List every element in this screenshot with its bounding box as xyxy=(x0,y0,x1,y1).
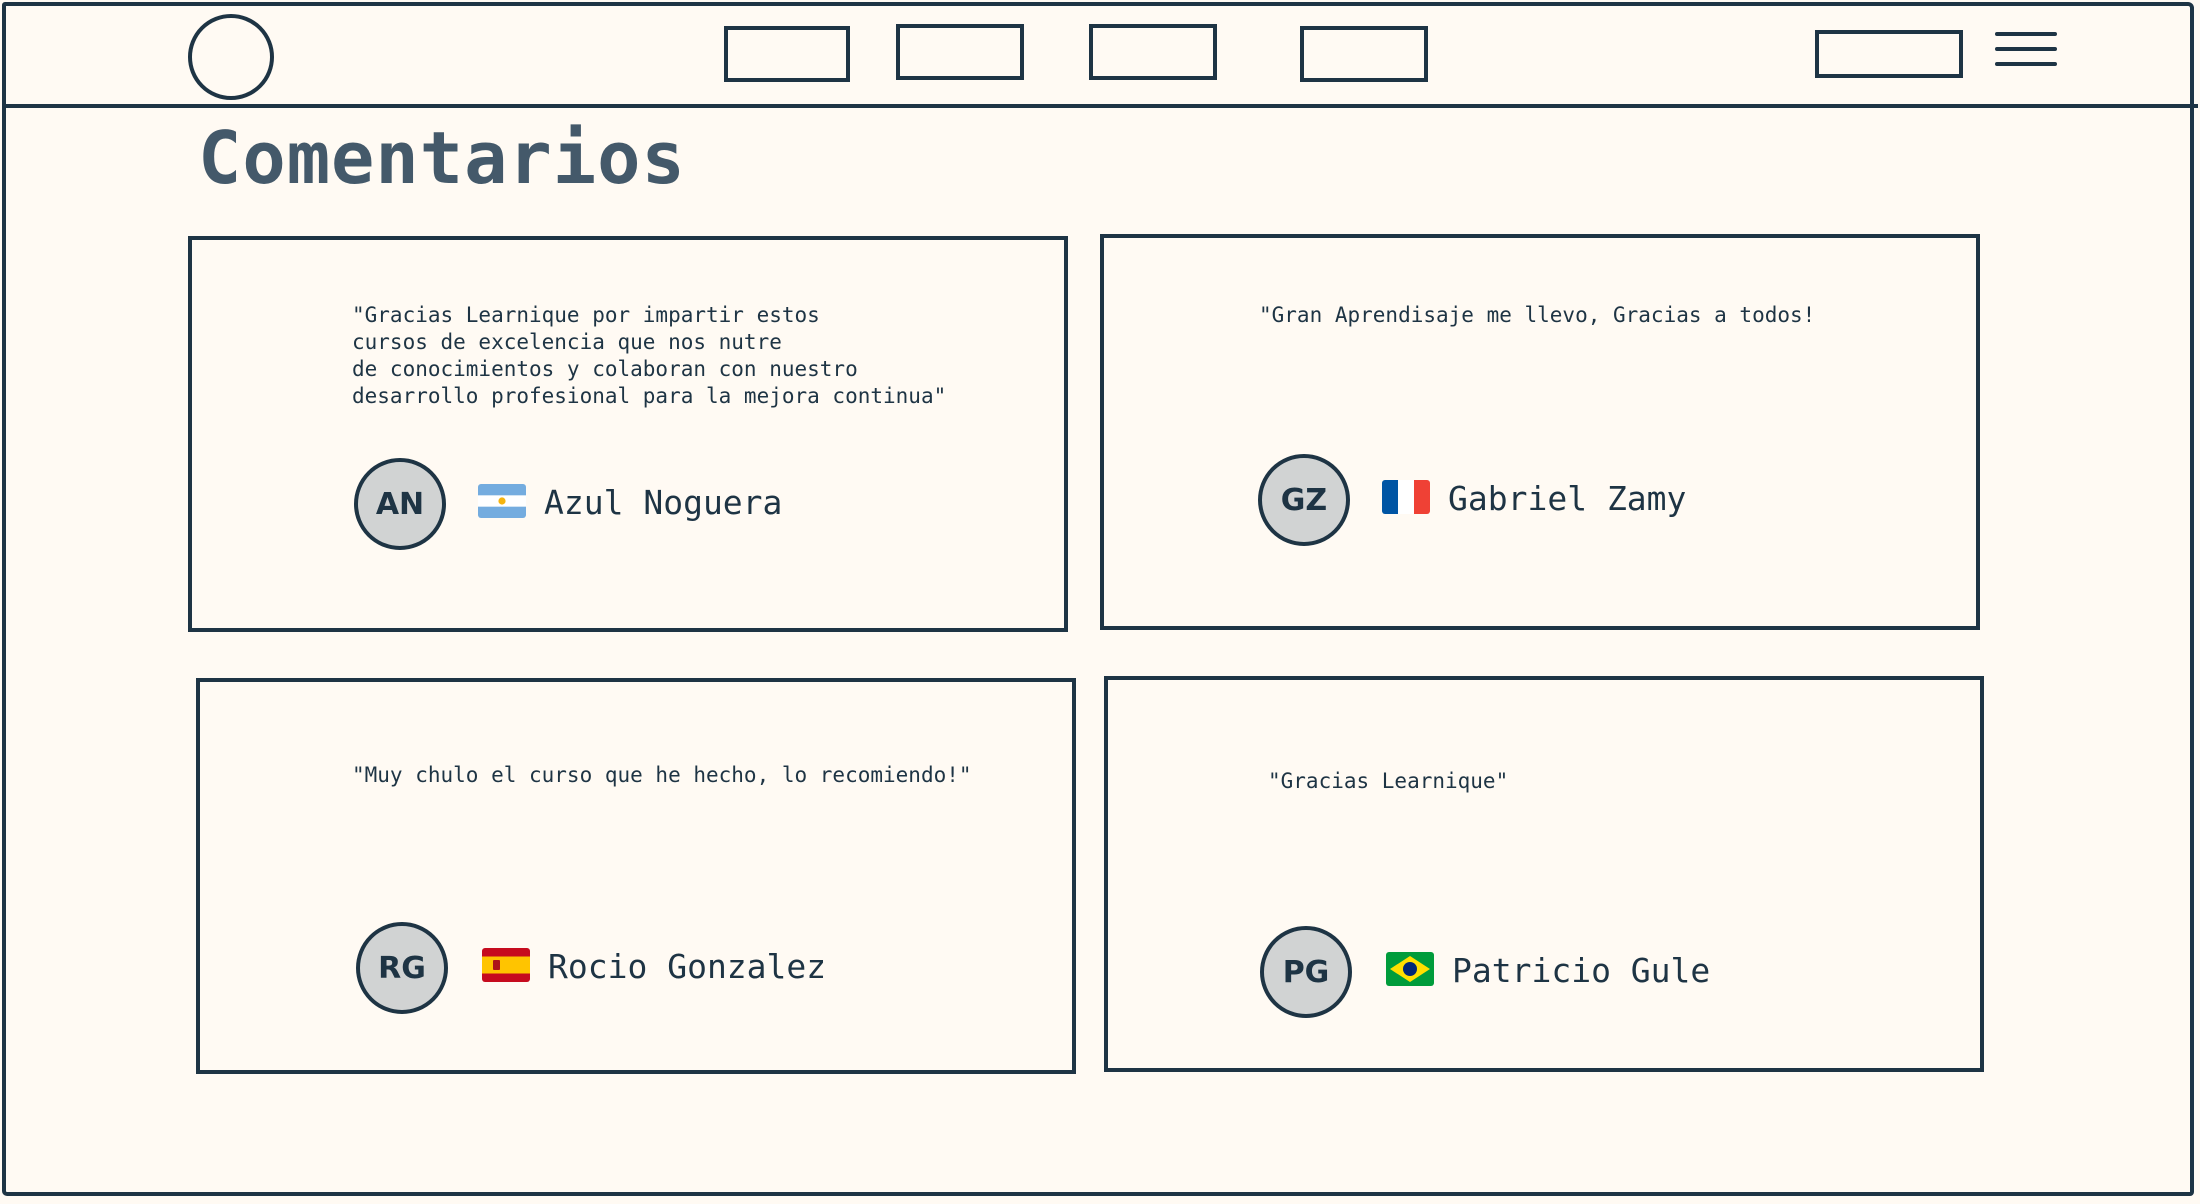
nav-link-1[interactable] xyxy=(724,26,850,82)
comment-quote: "Gracias Learnique por impartir estos cu… xyxy=(352,303,947,408)
top-navbar xyxy=(2,2,2198,108)
comment-author: Gabriel Zamy xyxy=(1448,479,1687,518)
comment-author: Rocio Gonzalez xyxy=(548,947,827,986)
comment-card: "Muy chulo el curso que he hecho, lo rec… xyxy=(196,678,1076,1074)
comment-card: "Gracias Learnique" PG Patricio Gule xyxy=(1104,676,1984,1072)
avatar: GZ xyxy=(1258,454,1350,546)
avatar: RG xyxy=(356,922,448,1014)
spain-flag-icon xyxy=(482,948,530,982)
brazil-flag-icon xyxy=(1386,952,1434,986)
avatar: AN xyxy=(354,458,446,550)
comment-quote: "Gran Aprendisaje me llevo, Gracias a to… xyxy=(1259,303,1816,327)
nav-link-2[interactable] xyxy=(896,24,1024,80)
france-flag-icon xyxy=(1382,480,1430,514)
comment-quote: "Muy chulo el curso que he hecho, lo rec… xyxy=(352,763,972,787)
argentina-flag-icon xyxy=(478,484,526,518)
avatar: PG xyxy=(1260,926,1352,1018)
nav-link-3[interactable] xyxy=(1089,24,1217,80)
comment-card: "Gran Aprendisaje me llevo, Gracias a to… xyxy=(1100,234,1980,630)
comment-author: Patricio Gule xyxy=(1452,951,1711,990)
page-title: Comentarios xyxy=(198,116,686,200)
comment-card: "Gracias Learnique por impartir estos cu… xyxy=(188,236,1068,632)
comment-quote: "Gracias Learnique" xyxy=(1268,769,1509,793)
nav-action-button[interactable] xyxy=(1815,30,1963,78)
nav-link-4[interactable] xyxy=(1300,26,1428,82)
hamburger-menu-icon[interactable] xyxy=(1995,32,2057,68)
logo-placeholder[interactable] xyxy=(188,14,274,100)
comment-author: Azul Noguera xyxy=(544,483,783,522)
